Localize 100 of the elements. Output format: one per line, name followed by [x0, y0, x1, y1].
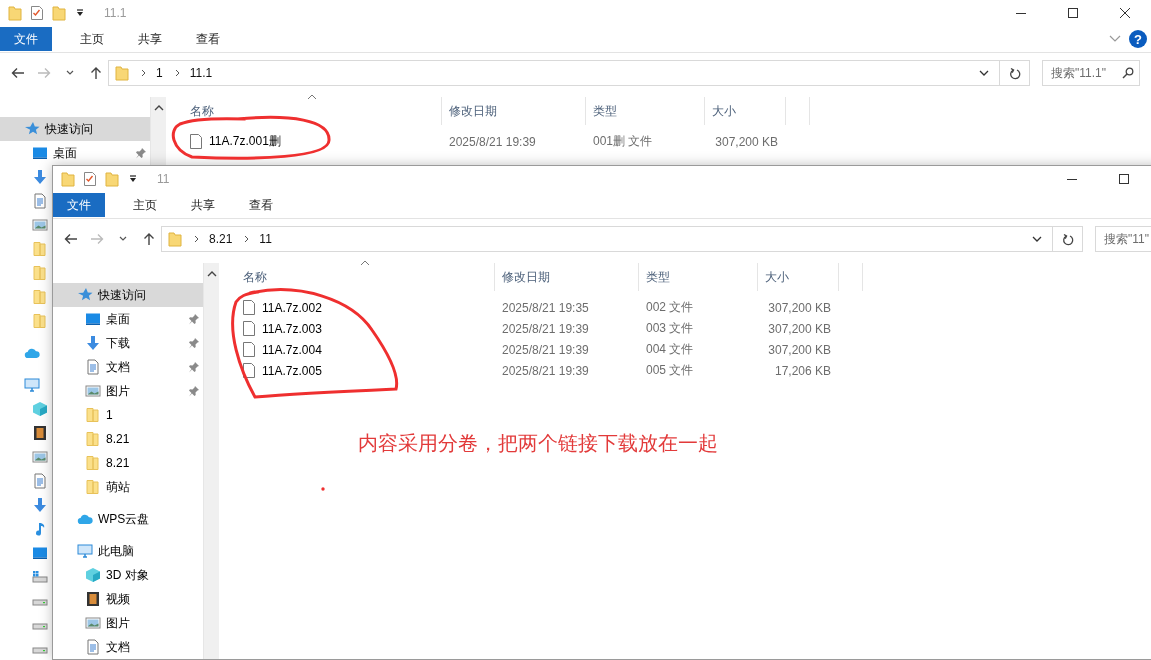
sidebar-item[interactable]: 图片 — [53, 611, 203, 635]
dropdown-icon[interactable] — [76, 9, 84, 17]
chevron-right-icon[interactable] — [174, 69, 181, 77]
sidebar-item[interactable]: 下载 — [53, 331, 203, 355]
maximize-icon — [1067, 7, 1079, 19]
scroll-up-icon[interactable] — [153, 105, 164, 111]
folder-icon — [32, 289, 48, 305]
column-header[interactable]: 大小 — [758, 263, 839, 291]
file-menu-button[interactable]: 文件 — [0, 27, 52, 51]
checklist-icon[interactable] — [30, 5, 44, 21]
document-icon — [32, 473, 48, 489]
close-icon — [1119, 7, 1131, 19]
ribbon-tab[interactable]: 主页 — [64, 27, 120, 51]
checklist-icon[interactable] — [83, 171, 97, 187]
sidebar-item[interactable]: 8.21 — [53, 451, 203, 475]
up-arrow-icon[interactable] — [143, 232, 155, 246]
table-cell: 307,200 KB — [715, 134, 778, 149]
column-header[interactable]: 大小 — [705, 97, 786, 125]
refresh-button[interactable] — [1053, 226, 1083, 252]
dropdown-icon[interactable] — [129, 175, 137, 183]
chevron-right-icon[interactable] — [194, 235, 200, 243]
sidebar-item[interactable]: 桌面 — [0, 141, 150, 165]
help-button[interactable]: ? — [1129, 30, 1147, 48]
sidebar-item[interactable]: 萌站 — [53, 475, 203, 499]
chevron-down-icon[interactable] — [66, 70, 74, 76]
chevron-down-icon[interactable] — [119, 236, 127, 242]
monitor-icon — [85, 311, 101, 327]
scroll-up-icon[interactable] — [206, 271, 217, 277]
file-icon — [243, 342, 255, 357]
file-icon — [243, 300, 255, 315]
table-cell: 002 文件 — [646, 300, 694, 314]
picture-icon — [85, 383, 101, 399]
table-cell: 307,200 KB — [768, 300, 831, 315]
sidebar-item[interactable]: 文档 — [53, 635, 203, 659]
refresh-button[interactable] — [1000, 60, 1030, 86]
breadcrumb[interactable]: 11.1 — [189, 66, 213, 80]
sidebar-item[interactable]: 文档 — [53, 355, 203, 379]
ribbon-tab[interactable]: 共享 — [175, 193, 231, 217]
sidebar-item[interactable]: 桌面 — [53, 307, 203, 331]
column-header[interactable]: 名称 — [166, 97, 442, 125]
file-name[interactable]: 11A.7z.005 — [262, 363, 322, 378]
monitor-icon — [32, 545, 48, 561]
cube-icon — [85, 567, 101, 583]
sidebar-item[interactable]: 视频 — [53, 587, 203, 611]
sidebar-item[interactable]: 3D 对象 — [53, 563, 203, 587]
chevron-right-icon[interactable] — [141, 69, 147, 77]
table-cell: 004 文件 — [646, 342, 694, 356]
pin-icon[interactable] — [188, 313, 200, 325]
folder-icon — [32, 265, 48, 281]
search-field[interactable]: 搜索"11.1" — [1042, 60, 1140, 86]
down-arrow-icon — [32, 497, 48, 513]
table-cell: 307,200 KB — [768, 342, 831, 357]
search-field[interactable]: 搜索"11" — [1095, 226, 1151, 252]
sidebar-item[interactable]: 图片 — [53, 379, 203, 403]
down-arrow-icon — [32, 169, 48, 185]
pin-icon[interactable] — [135, 147, 147, 159]
column-header[interactable]: 修改日期 — [442, 97, 586, 125]
sidebar-item[interactable]: 8.21 — [53, 427, 203, 451]
table-cell: 307,200 KB — [768, 321, 831, 336]
search-icon[interactable] — [1122, 67, 1134, 79]
address-bar[interactable]: 1 11.1 — [108, 60, 1000, 86]
folder-icon — [168, 231, 182, 247]
ribbon-tab[interactable]: 查看 — [180, 27, 236, 51]
chevron-right-icon[interactable] — [244, 235, 251, 243]
chevron-down-icon[interactable] — [979, 70, 989, 76]
picture-icon — [32, 449, 48, 465]
ribbon-tab[interactable]: 查看 — [233, 193, 289, 217]
sidebar-item[interactable]: 快速访问 — [53, 283, 203, 307]
file-name[interactable]: 11A.7z.001删 — [209, 133, 281, 150]
column-header[interactable]: 名称 — [219, 263, 495, 291]
up-arrow-icon[interactable] — [90, 66, 102, 80]
sidebar-item[interactable]: 1 — [53, 403, 203, 427]
column-header[interactable]: 修改日期 — [495, 263, 639, 291]
file-menu-button[interactable]: 文件 — [53, 193, 105, 217]
breadcrumb[interactable]: 1 — [156, 66, 163, 80]
table-cell: 17,206 KB — [774, 363, 831, 378]
file-name[interactable]: 11A.7z.003 — [262, 321, 322, 336]
ribbon-tab[interactable]: 主页 — [117, 193, 173, 217]
file-name[interactable]: 11A.7z.002 — [262, 300, 322, 315]
pin-icon[interactable] — [188, 337, 200, 349]
back-arrow-icon[interactable] — [11, 67, 25, 79]
sidebar-item[interactable]: 此电脑 — [53, 539, 203, 563]
chevron-down-icon[interactable] — [1032, 236, 1042, 242]
pin-icon[interactable] — [188, 385, 200, 397]
column-header[interactable]: 类型 — [639, 263, 758, 291]
file-icon — [243, 321, 255, 336]
file-name[interactable]: 11A.7z.004 — [262, 342, 322, 357]
sidebar-item[interactable]: WPS云盘 — [53, 507, 203, 531]
pin-icon[interactable] — [188, 361, 200, 373]
sort-caret-icon — [360, 260, 370, 266]
document-icon — [85, 359, 101, 375]
back-arrow-icon[interactable] — [64, 233, 78, 245]
annotation-text: 内容采用分卷，把两个链接下载放在一起 — [358, 431, 718, 456]
breadcrumb[interactable]: 11 — [259, 232, 272, 246]
column-header[interactable]: 类型 — [586, 97, 705, 125]
address-bar[interactable]: 8.21 11 — [161, 226, 1053, 252]
sidebar-item[interactable]: 快速访问 — [0, 117, 150, 141]
breadcrumb[interactable]: 8.21 — [209, 232, 233, 246]
computer-icon — [24, 377, 40, 393]
ribbon-tab[interactable]: 共享 — [122, 27, 178, 51]
